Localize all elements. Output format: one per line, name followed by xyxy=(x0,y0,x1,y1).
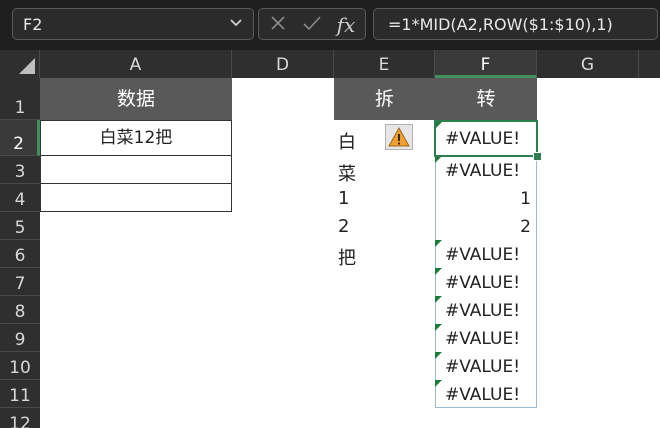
error-marker xyxy=(435,240,442,247)
error-marker xyxy=(435,352,442,359)
row-header-4[interactable]: 4 xyxy=(0,184,40,212)
column-header-e[interactable]: E xyxy=(334,50,435,78)
spreadsheet-grid: A D E F G 1 2 3 4 5 6 7 8 9 10 11 12 数据 … xyxy=(0,50,660,428)
column-header-d[interactable]: D xyxy=(232,50,334,78)
formula-controls: fx xyxy=(258,8,366,40)
cell-f3[interactable]: #VALUE! xyxy=(435,156,537,184)
formula-text: =1*MID(A2,ROW($1:$10),1) xyxy=(388,15,613,34)
error-warning-icon[interactable] xyxy=(385,124,413,150)
cell-f4[interactable]: 1 xyxy=(435,184,537,212)
cell-a4[interactable] xyxy=(40,183,232,212)
error-marker xyxy=(435,156,442,163)
column-header-a[interactable]: A xyxy=(40,50,232,78)
row-header-8[interactable]: 8 xyxy=(0,296,40,324)
fill-handle[interactable] xyxy=(533,152,542,161)
cell-f1[interactable]: 转 xyxy=(435,78,537,120)
row-header-7[interactable]: 7 xyxy=(0,268,40,296)
cell-f10[interactable]: #VALUE! xyxy=(435,352,537,380)
row-header-1[interactable]: 1 xyxy=(0,78,40,120)
column-header-g[interactable]: G xyxy=(537,50,639,78)
cell-e2[interactable]: 白 xyxy=(338,128,356,154)
error-marker xyxy=(435,268,442,275)
active-cell-selection xyxy=(434,120,538,157)
cell-f7[interactable]: #VALUE! xyxy=(435,268,537,296)
error-marker xyxy=(435,296,442,303)
row-header-6[interactable]: 6 xyxy=(0,240,40,268)
row-header-2[interactable]: 2 xyxy=(0,120,40,156)
error-marker xyxy=(435,324,442,331)
cell-a3[interactable] xyxy=(40,155,232,184)
cell-f9[interactable]: #VALUE! xyxy=(435,324,537,352)
row-header-11[interactable]: 11 xyxy=(0,380,40,408)
cell-f6[interactable]: #VALUE! xyxy=(435,240,537,268)
fx-icon[interactable]: fx xyxy=(333,13,359,37)
select-all-corner[interactable] xyxy=(0,50,40,78)
chevron-down-icon[interactable] xyxy=(227,13,245,33)
cell-a1[interactable]: 数据 xyxy=(40,78,232,120)
formula-bar: F2 ⋮ fx =1*MID(A2,ROW($1:$10),1) xyxy=(0,0,660,50)
row-header-10[interactable]: 10 xyxy=(0,352,40,380)
enter-icon[interactable] xyxy=(299,13,325,37)
cell-f11[interactable]: #VALUE! xyxy=(435,380,537,408)
cell-e6[interactable]: 把 xyxy=(338,244,356,270)
name-box[interactable]: F2 xyxy=(12,8,254,40)
formula-input[interactable]: =1*MID(A2,ROW($1:$10),1) xyxy=(373,8,658,40)
row-header-12[interactable]: 12 xyxy=(0,408,40,428)
cancel-icon[interactable] xyxy=(265,13,291,37)
row-header-9[interactable]: 9 xyxy=(0,324,40,352)
cell-a2[interactable]: 白菜12把 xyxy=(40,120,232,156)
row-header-5[interactable]: 5 xyxy=(0,212,40,240)
cell-e4[interactable]: 1 xyxy=(338,188,349,209)
cell-f5[interactable]: 2 xyxy=(435,212,537,240)
cell-e5[interactable]: 2 xyxy=(338,216,349,237)
name-box-value: F2 xyxy=(23,15,43,34)
error-marker xyxy=(435,380,442,387)
cell-f8[interactable]: #VALUE! xyxy=(435,296,537,324)
column-header-next[interactable] xyxy=(639,50,660,78)
cell-e3[interactable]: 菜 xyxy=(338,160,356,186)
cell-e1[interactable]: 拆 xyxy=(334,78,435,120)
column-header-f[interactable]: F xyxy=(435,50,537,78)
row-header-3[interactable]: 3 xyxy=(0,156,40,184)
